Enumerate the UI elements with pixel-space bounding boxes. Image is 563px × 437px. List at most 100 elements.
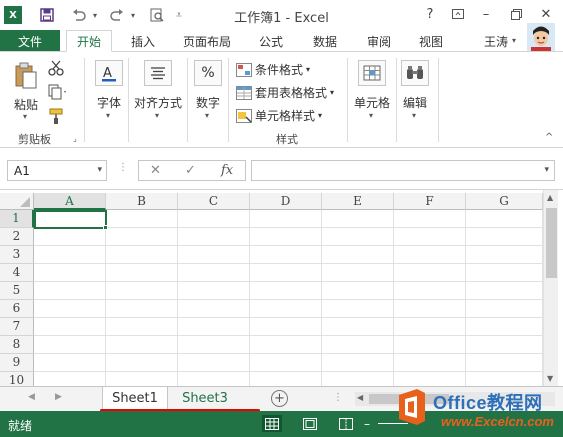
tab-home[interactable]: 开始 <box>66 30 112 52</box>
page-break-preview-icon[interactable] <box>336 415 356 432</box>
cell-a8[interactable] <box>34 336 106 354</box>
cell-c8[interactable] <box>178 336 250 354</box>
cell-f7[interactable] <box>394 318 466 336</box>
cell-c7[interactable] <box>178 318 250 336</box>
row-header-8[interactable]: 8 <box>0 336 34 354</box>
column-header-e[interactable]: E <box>322 193 394 210</box>
cell-g2[interactable] <box>466 228 543 246</box>
clipboard-launcher-icon[interactable]: ⌟ <box>73 134 77 143</box>
scroll-down-icon[interactable]: ▼ <box>547 374 553 383</box>
cell-b3[interactable] <box>106 246 178 264</box>
column-header-c[interactable]: C <box>178 193 250 210</box>
restore-icon[interactable] <box>504 4 528 24</box>
cell-c1[interactable] <box>178 210 250 228</box>
column-header-d[interactable]: D <box>250 193 322 210</box>
cell-b4[interactable] <box>106 264 178 282</box>
cell-b9[interactable] <box>106 354 178 372</box>
row-header-7[interactable]: 7 <box>0 318 34 336</box>
cell-d4[interactable] <box>250 264 322 282</box>
cell-g1[interactable] <box>466 210 543 228</box>
conditional-formatting-button[interactable]: 条件格式 ▾ <box>236 61 310 78</box>
cell-b10[interactable] <box>106 372 178 386</box>
ribbon-display-options-icon[interactable] <box>446 4 470 24</box>
cell-d3[interactable] <box>250 246 322 264</box>
paste-button[interactable]: 粘贴 ▾ <box>10 60 42 121</box>
cell-e9[interactable] <box>322 354 394 372</box>
font-button[interactable]: A 字体 ▾ <box>92 58 126 126</box>
tab-formulas[interactable]: 公式 <box>248 30 294 52</box>
cell-a3[interactable] <box>34 246 106 264</box>
number-button[interactable]: % 数字 ▾ <box>191 58 225 126</box>
cell-g9[interactable] <box>466 354 543 372</box>
sheet-tab-sheet3[interactable]: Sheet3 <box>172 387 238 410</box>
scroll-up-icon[interactable]: ▲ <box>547 193 553 202</box>
cell-c4[interactable] <box>178 264 250 282</box>
help-button[interactable]: ? <box>418 4 442 24</box>
cell-a5[interactable] <box>34 282 106 300</box>
paste-dropdown-icon[interactable]: ▾ <box>23 112 27 121</box>
formula-bar-grip-icon[interactable]: ⋮ <box>118 162 128 173</box>
new-sheet-button[interactable]: + <box>271 390 288 407</box>
row-header-4[interactable]: 4 <box>0 264 34 282</box>
row-header-10[interactable]: 10 <box>0 372 34 386</box>
cell-g6[interactable] <box>466 300 543 318</box>
active-cell-border[interactable] <box>34 210 107 229</box>
row-header-3[interactable]: 3 <box>0 246 34 264</box>
zoom-out-icon[interactable]: – <box>364 417 370 431</box>
cell-c9[interactable] <box>178 354 250 372</box>
cell-g7[interactable] <box>466 318 543 336</box>
cell-f4[interactable] <box>394 264 466 282</box>
cell-d5[interactable] <box>250 282 322 300</box>
cell-a6[interactable] <box>34 300 106 318</box>
format-painter-icon[interactable] <box>48 108 68 126</box>
cell-f5[interactable] <box>394 282 466 300</box>
cell-b5[interactable] <box>106 282 178 300</box>
avatar[interactable] <box>527 23 555 51</box>
collapse-ribbon-icon[interactable]: ^ <box>545 132 553 143</box>
tab-file[interactable]: 文件 <box>0 30 60 52</box>
close-icon[interactable]: ✕ <box>534 4 558 24</box>
cell-c2[interactable] <box>178 228 250 246</box>
cell-d7[interactable] <box>250 318 322 336</box>
cell-e10[interactable] <box>322 372 394 386</box>
user-dropdown-icon[interactable]: ▾ <box>512 36 516 45</box>
cut-icon[interactable] <box>48 60 68 78</box>
cell-e7[interactable] <box>322 318 394 336</box>
tab-view[interactable]: 视图 <box>408 30 454 52</box>
cell-c3[interactable] <box>178 246 250 264</box>
sheet-tab-sheet1[interactable]: Sheet1 <box>102 387 168 410</box>
cell-e2[interactable] <box>322 228 394 246</box>
cell-g4[interactable] <box>466 264 543 282</box>
enter-icon[interactable]: ✓ <box>185 163 196 178</box>
cell-styles-button[interactable]: 单元格样式 ▾ <box>236 107 322 124</box>
vertical-scroll-thumb[interactable] <box>546 208 557 278</box>
cell-e8[interactable] <box>322 336 394 354</box>
expand-formula-bar-icon[interactable]: ▾ <box>544 165 549 175</box>
row-header-6[interactable]: 6 <box>0 300 34 318</box>
row-header-2[interactable]: 2 <box>0 228 34 246</box>
cell-b2[interactable] <box>106 228 178 246</box>
cell-e4[interactable] <box>322 264 394 282</box>
cell-d9[interactable] <box>250 354 322 372</box>
cell-b8[interactable] <box>106 336 178 354</box>
tab-page-layout[interactable]: 页面布局 <box>174 30 240 52</box>
insert-function-icon[interactable]: fx <box>221 163 233 178</box>
editing-button[interactable]: 编辑 ▾ <box>398 58 432 126</box>
cell-a10[interactable] <box>34 372 106 386</box>
user-name[interactable]: 王涛 <box>484 33 508 50</box>
column-header-f[interactable]: F <box>394 193 466 210</box>
column-header-b[interactable]: B <box>106 193 178 210</box>
sheet-scroll-left-icon[interactable]: ◀ <box>28 392 35 402</box>
cell-b1[interactable] <box>106 210 178 228</box>
cell-c10[interactable] <box>178 372 250 386</box>
tab-insert[interactable]: 插入 <box>120 30 166 52</box>
cell-d1[interactable] <box>250 210 322 228</box>
alignment-button[interactable]: 对齐方式 ▾ <box>132 58 184 126</box>
name-box-dropdown-icon[interactable]: ▾ <box>97 165 102 175</box>
cell-b6[interactable] <box>106 300 178 318</box>
formula-input[interactable]: ▾ <box>251 160 555 181</box>
cell-d6[interactable] <box>250 300 322 318</box>
cell-f1[interactable] <box>394 210 466 228</box>
row-header-1[interactable]: 1 <box>0 210 34 228</box>
row-header-5[interactable]: 5 <box>0 282 34 300</box>
